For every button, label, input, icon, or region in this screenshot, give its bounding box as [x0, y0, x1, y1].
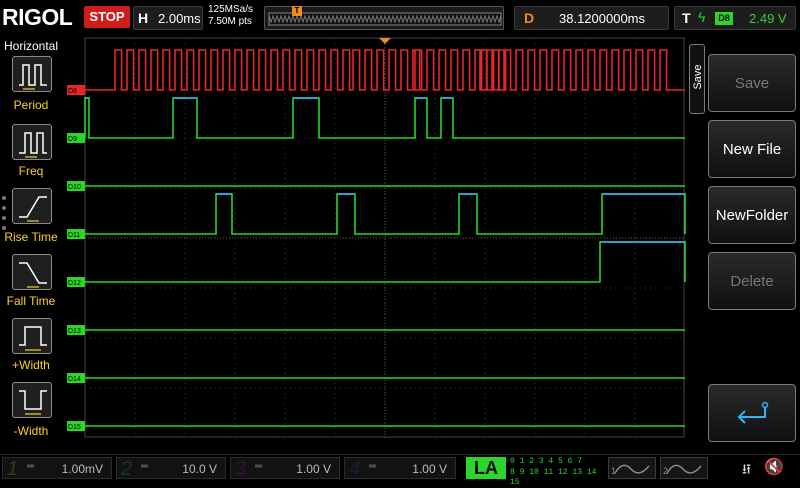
save-tab-label: Save: [692, 64, 704, 90]
timebase-value: 2.00ms: [158, 11, 201, 26]
dc-coupling-icon: ═: [27, 461, 35, 472]
channel-tag-label: D11: [68, 232, 80, 239]
channel-tag-label: D8: [68, 88, 77, 95]
trigger-level: 2.49 V: [749, 11, 787, 26]
channel-3-status[interactable]: 3 ═ 1.00 V: [230, 457, 340, 480]
positive-width-button[interactable]: [12, 318, 52, 354]
rise-time-button[interactable]: [12, 188, 52, 224]
channel-4-number: 4: [349, 458, 361, 480]
channel-1-status[interactable]: 1 ═ 1.00mV: [2, 457, 112, 480]
channel-4-status[interactable]: 4 ═ 1.00 V: [344, 457, 456, 480]
channel-1-scale: 1.00mV: [61, 462, 103, 476]
waveform-display[interactable]: D8 D9 D10 D11 D12 D13 D14 D15: [67, 37, 686, 438]
save-menu-tab[interactable]: Save: [689, 44, 705, 114]
generator-2-number: 2: [663, 466, 669, 476]
sine-wave-icon: [614, 464, 650, 474]
period-icon: [19, 64, 47, 90]
channel-tag-label: D10: [68, 184, 81, 191]
top-status-bar: RIGOL STOP H 2.00ms 125MSa/s 7.50M pts T…: [0, 0, 800, 36]
freq-button[interactable]: [12, 124, 52, 160]
negative-width-icon: [19, 390, 47, 415]
trigger-time-marker[interactable]: [379, 38, 391, 44]
dc-coupling-icon: ═: [141, 461, 149, 472]
run-stop-status[interactable]: STOP: [84, 6, 130, 28]
generator-1-status[interactable]: 1: [608, 457, 656, 479]
trigger-position-marker[interactable]: T: [292, 6, 302, 16]
usb-icon: ⭿: [742, 461, 752, 477]
negative-width-button[interactable]: [12, 382, 52, 418]
channel-2-status[interactable]: 2 ═ 10.0 V: [116, 457, 226, 480]
channel-3-scale: 1.00 V: [296, 462, 331, 476]
negative-width-label: -Width: [13, 424, 49, 438]
delay-box[interactable]: D 38.1200000ms: [514, 6, 669, 30]
new-folder-button[interactable]: NewFolder: [708, 186, 796, 244]
rise-time-icon: [19, 196, 47, 222]
save-menu: Save Save New File NewFolder Delete: [686, 36, 800, 454]
sample-info: 125MSa/s 7.50M pts: [206, 4, 262, 32]
speaker-muted-icon[interactable]: 🔇: [764, 457, 784, 477]
period-button[interactable]: [12, 56, 52, 92]
menu-title: Horizontal: [3, 39, 59, 53]
fall-time-icon: [19, 262, 47, 288]
waveform-canvas: D8 D9 D10 D11 D12 D13 D14 D15: [67, 37, 686, 438]
rise-time-label: Rise Time: [4, 230, 58, 244]
return-button[interactable]: [708, 384, 796, 442]
dc-coupling-icon: ═: [255, 461, 263, 472]
logic-channels-low: 0 1 2 3 4 5 6 7: [510, 457, 583, 466]
memory-depth: 7.50M pts: [208, 16, 252, 27]
rigol-logo: RIGOL: [2, 4, 73, 30]
new-file-button[interactable]: New File: [708, 120, 796, 178]
freq-icon: [19, 132, 47, 158]
save-button[interactable]: Save: [708, 54, 796, 112]
horizontal-label: H: [138, 10, 149, 26]
delay-value: 38.1200000ms: [559, 11, 646, 26]
positive-width-label: +Width: [12, 358, 50, 372]
delay-label: D: [524, 10, 535, 26]
logic-channels-high: 8 9 10 11 12 13 14 15: [510, 468, 597, 487]
trigger-source: D8: [715, 12, 733, 25]
logic-channel-map[interactable]: 0 1 2 3 4 5 6 7 8 9 10 11 12 13 14 15: [510, 457, 602, 487]
edge-trigger-icon: ϟ: [698, 9, 706, 25]
channel-tag-label: D14: [68, 376, 81, 383]
trigger-label: T: [682, 10, 691, 26]
channel-4-scale: 1.00 V: [412, 462, 447, 476]
generator-1-number: 1: [611, 466, 617, 476]
sine-wave-icon: [666, 464, 702, 474]
channel-tag-label: D9: [68, 136, 77, 143]
channel-1-number: 1: [7, 458, 19, 480]
logic-analyzer-button[interactable]: LA: [466, 457, 506, 479]
trigger-box[interactable]: T ϟ D8 2.49 V: [674, 6, 796, 30]
positive-width-icon: [19, 326, 47, 351]
fall-time-button[interactable]: [12, 254, 52, 290]
channel-tag-label: D15: [68, 424, 81, 431]
channel-tag-label: D13: [68, 328, 81, 335]
horizontal-menu: Horizontal Period Freq Rise Time Fall Ti…: [0, 36, 62, 454]
period-label: Period: [13, 98, 49, 112]
channel-2-number: 2: [121, 458, 133, 480]
return-arrow-icon: [737, 401, 769, 424]
timebase-box[interactable]: H 2.00ms: [133, 6, 203, 30]
channel-tag-label: D12: [68, 280, 81, 287]
freq-label: Freq: [18, 164, 44, 178]
dc-coupling-icon: ═: [369, 461, 377, 472]
channel-3-number: 3: [235, 458, 247, 480]
channel-status-bar: 1 ═ 1.00mV 2 ═ 10.0 V 3 ═ 1.00 V 4 ═ 1.0…: [0, 454, 800, 487]
sample-rate: 125MSa/s: [208, 4, 254, 15]
fall-time-label: Fall Time: [6, 294, 56, 308]
delete-button[interactable]: Delete: [708, 252, 796, 310]
generator-2-status[interactable]: 2: [660, 457, 708, 479]
channel-2-scale: 10.0 V: [182, 462, 217, 476]
